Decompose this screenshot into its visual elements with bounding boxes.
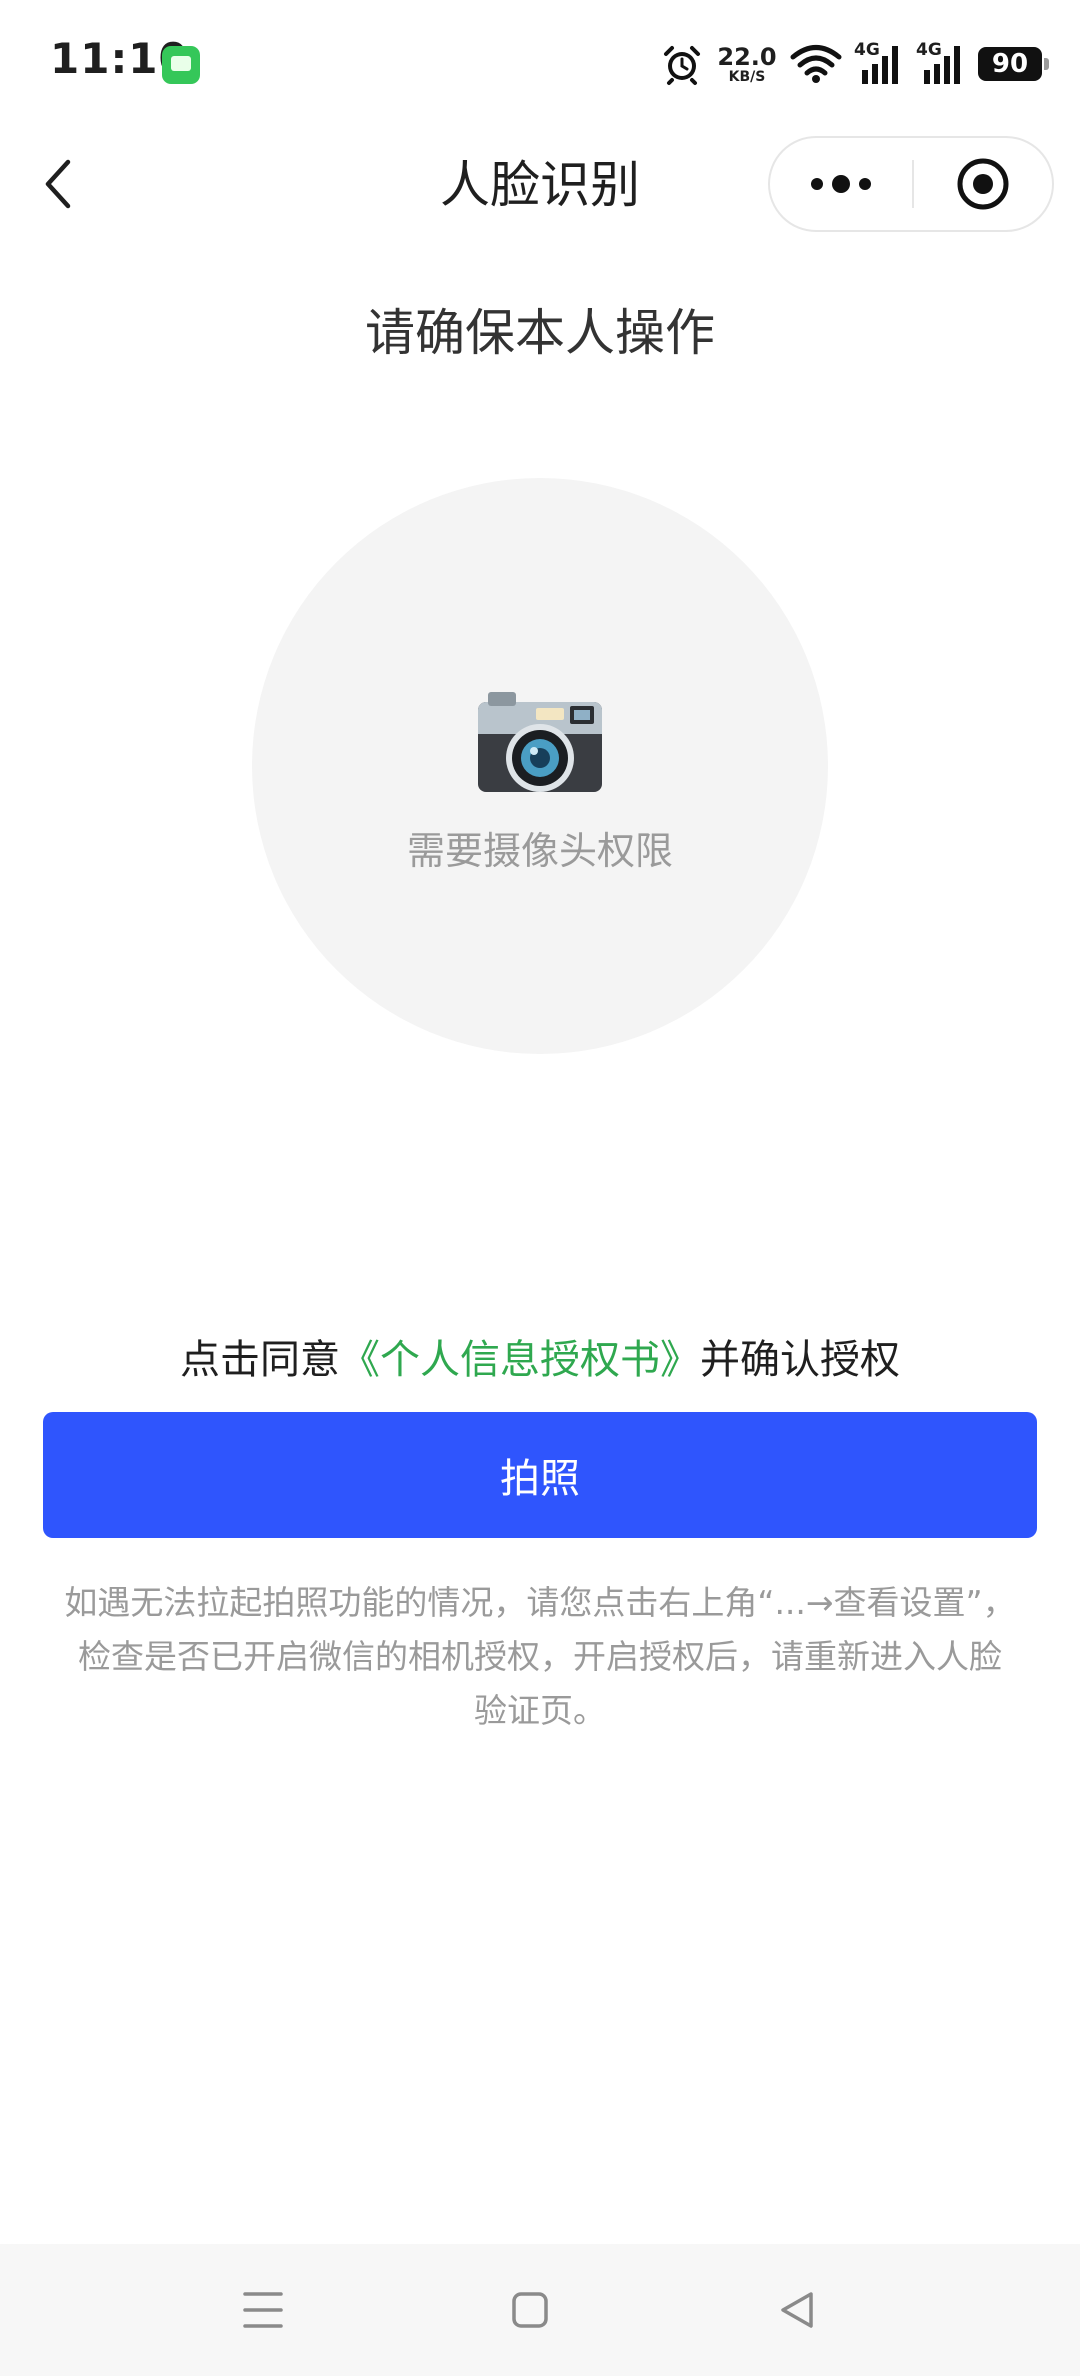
network-speed-unit: KB/S	[728, 68, 766, 85]
close-button[interactable]	[914, 138, 1052, 230]
status-bar: 11:10 22.0 KB/S 4G 4G 90	[0, 0, 1080, 128]
navigation-bar: 人脸识别	[0, 128, 1080, 244]
recent-apps-button[interactable]	[223, 2270, 303, 2350]
wifi-icon	[790, 45, 842, 83]
target-circle-icon	[957, 158, 1009, 210]
battery-indicator: 90	[978, 47, 1049, 81]
message-app-icon	[162, 46, 200, 84]
signal-1: 4G	[854, 42, 904, 86]
authorization-document-link[interactable]: 《个人信息授权书》	[340, 1337, 700, 1383]
signal-bars-icon	[924, 46, 960, 84]
system-navigation-bar	[0, 2244, 1080, 2376]
alarm-icon	[664, 46, 700, 85]
home-button[interactable]	[490, 2270, 570, 2350]
help-text: 如遇无法拉起拍照功能的情况，请您点击右上角“...→查看设置”，检查是否已开启微…	[64, 1583, 1016, 1730]
signal-2: 4G	[916, 42, 966, 86]
camera-preview-area[interactable]: 需要摄像头权限	[252, 478, 828, 1054]
status-icons: 22.0 KB/S 4G 4G 90	[660, 38, 1049, 90]
network-speed: 22.0 KB/S	[716, 45, 778, 84]
square-icon	[512, 2292, 548, 2328]
consent-suffix: 并确认授权	[700, 1337, 900, 1383]
screen: 11:10 22.0 KB/S 4G 4G 90 人脸识别 请确保本人操作 需要…	[0, 0, 1080, 2376]
network-speed-value: 22.0	[717, 42, 777, 71]
triangle-back-icon	[781, 2292, 813, 2328]
camera-icon	[478, 692, 602, 792]
take-photo-button[interactable]: 拍照	[43, 1412, 1037, 1538]
signal-bars-icon	[862, 46, 898, 84]
consent-prefix: 点击同意	[180, 1337, 340, 1383]
mini-program-capsule	[768, 136, 1054, 232]
menu-lines-icon	[243, 2292, 283, 2328]
consent-line: 点击同意《个人信息授权书》并确认授权	[0, 1330, 1080, 1390]
more-button[interactable]	[770, 138, 912, 230]
more-dots-icon	[811, 175, 871, 193]
camera-permission-hint: 需要摄像头权限	[406, 829, 673, 873]
system-back-button[interactable]	[757, 2270, 837, 2350]
instruction-heading: 请确保本人操作	[365, 304, 715, 362]
